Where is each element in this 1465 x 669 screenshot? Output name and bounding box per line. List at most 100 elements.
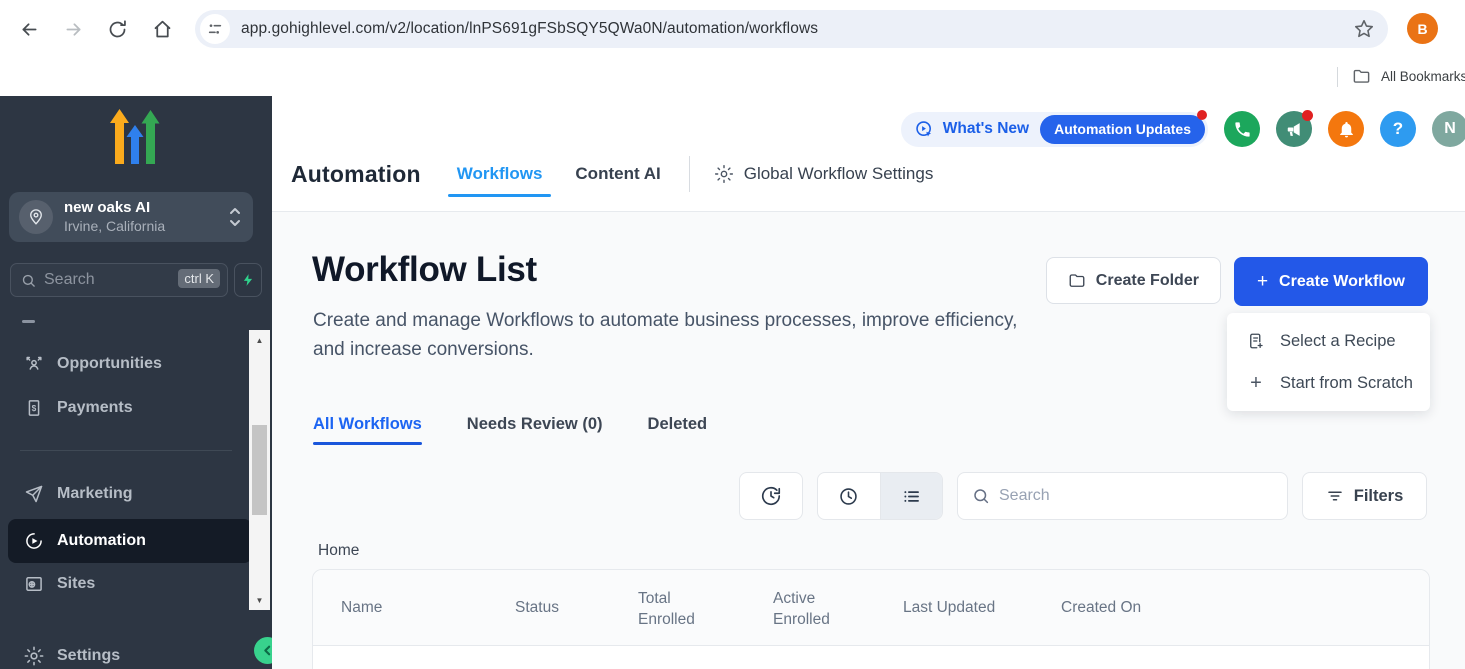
payments-icon: $ [24,398,44,418]
sites-icon [24,574,44,594]
breadcrumb-home[interactable]: Home [318,542,359,560]
notifications-button[interactable] [1328,111,1364,147]
sidebar-item-opportunities[interactable]: Opportunities [8,342,252,386]
all-bookmarks-button[interactable]: All Bookmarks [1381,69,1465,84]
star-icon [1353,18,1375,40]
scrollbar-thumb[interactable] [252,425,267,515]
column-last-updated: Last Updated [903,599,995,617]
scrolled-menu-item-fragment [22,320,35,323]
sidebar-item-label: Automation [57,532,146,550]
create-folder-button[interactable]: Create Folder [1046,257,1221,304]
automation-updates-label: Automation Updates [1054,121,1191,137]
page-title: Automation [291,161,421,188]
browser-forward-button[interactable] [61,17,85,41]
url-text: app.gohighlevel.com/v2/location/lnPS691g… [241,20,818,38]
column-total-enrolled: Total Enrolled [638,588,712,630]
question-mark-icon: ? [1393,119,1403,139]
sidebar-divider [20,450,232,451]
whats-new-button[interactable]: What's New Automation Updates [901,112,1208,147]
global-workflow-settings-link[interactable]: Global Workflow Settings [714,164,934,184]
gohighlevel-app-window: app.gohighlevel.com/v2/location/lnPS691g… [0,0,1465,669]
sidebar-scrollbar[interactable]: ▲ ▼ [249,330,270,610]
scroll-down-arrow[interactable]: ▼ [249,592,270,608]
bell-icon [1337,120,1356,139]
settings-gear-icon [24,646,44,666]
bookmark-star-button[interactable] [1353,18,1375,40]
announcements-button[interactable] [1276,111,1312,147]
sidebar: new oaks AI Irvine, California ctrl K [0,96,272,669]
automation-updates-badge[interactable]: Automation Updates [1040,115,1205,144]
clock-icon [838,486,859,507]
sidebar-item-marketing[interactable]: Marketing [8,472,252,516]
opportunities-icon [24,354,44,374]
phone-button[interactable] [1224,111,1260,147]
notification-dot [1302,110,1313,121]
tab-all-workflows[interactable]: All Workflows [313,415,422,434]
column-name: Name [341,599,382,617]
menu-item-select-recipe[interactable]: Select a Recipe [1227,320,1430,362]
plus-icon: + [1247,372,1265,395]
sidebar-item-automation[interactable]: Automation [8,519,252,563]
sidebar-item-label: Opportunities [57,355,162,373]
sidebar-search-input[interactable] [44,271,154,289]
column-status: Status [515,599,559,617]
site-settings-button[interactable] [200,14,230,44]
sidebar-item-sites[interactable]: Sites [8,562,252,606]
megaphone-icon [1285,120,1304,139]
gear-icon [714,164,734,184]
list-view-button[interactable] [880,473,942,519]
workflow-list-page: Workflow List Create and manage Workflow… [272,212,1465,669]
folder-icon [1068,272,1086,290]
bookmarks-bar: All Bookmarks [0,58,1465,96]
address-bar[interactable]: app.gohighlevel.com/v2/location/lnPS691g… [195,10,1388,48]
back-arrow-icon [19,19,40,40]
create-workflow-button[interactable]: + Create Workflow [1234,257,1428,306]
sidebar-item-payments[interactable]: $ Payments [8,386,252,430]
tab-deleted[interactable]: Deleted [648,415,708,434]
bookmarks-divider [1337,67,1338,87]
execution-logs-button[interactable] [739,472,803,520]
browser-reload-button[interactable] [105,17,129,41]
create-workflow-label: Create Workflow [1279,273,1405,291]
whats-new-label: What's New [943,120,1029,138]
workflow-search[interactable] [957,472,1288,520]
create-folder-label: Create Folder [1096,272,1199,290]
svg-text:$: $ [32,403,37,413]
location-switcher[interactable]: new oaks AI Irvine, California [9,192,253,242]
menu-item-label: Select a Recipe [1280,332,1396,351]
filters-button[interactable]: Filters [1302,472,1427,520]
browser-back-button[interactable] [17,17,41,41]
location-city: Irvine, California [64,218,165,236]
sidebar-item-label: Marketing [57,485,133,503]
main-area: What's New Automation Updates [272,96,1465,669]
avatar-initial: N [1444,120,1456,138]
column-active-enrolled: Active Enrolled [773,588,847,630]
tab-workflows[interactable]: Workflows [457,164,543,184]
help-button[interactable]: ? [1380,111,1416,147]
workflows-table: Name Status Total Enrolled Active Enroll… [312,569,1430,669]
global-workflow-settings-label: Global Workflow Settings [744,164,934,184]
menu-item-start-from-scratch[interactable]: + Start from Scratch [1227,362,1430,404]
recipe-document-icon [1247,332,1265,350]
menu-item-label: Start from Scratch [1280,374,1413,393]
marketing-send-icon [24,484,44,504]
scroll-up-arrow[interactable]: ▲ [249,332,270,348]
browser-profile-avatar[interactable]: B [1407,13,1438,44]
user-avatar[interactable]: N [1432,111,1465,147]
sidebar-search[interactable]: ctrl K [10,263,228,297]
browser-toolbar: app.gohighlevel.com/v2/location/lnPS691g… [0,0,1465,58]
filter-lines-icon [1326,487,1344,505]
home-icon [152,19,173,40]
forward-arrow-icon [63,19,84,40]
browser-home-button[interactable] [150,17,174,41]
history-clock-icon [760,485,782,507]
tab-content-ai[interactable]: Content AI [575,164,660,184]
sidebar-item-label: Payments [57,399,133,417]
tab-needs-review[interactable]: Needs Review (0) [467,415,603,434]
reload-icon [107,19,128,40]
workflow-search-input[interactable] [999,487,1259,505]
bookmarks-folder-icon [1352,67,1371,86]
sidebar-item-settings[interactable]: Settings [8,634,252,669]
recent-view-button[interactable] [818,473,880,519]
quick-actions-button[interactable] [234,263,262,297]
